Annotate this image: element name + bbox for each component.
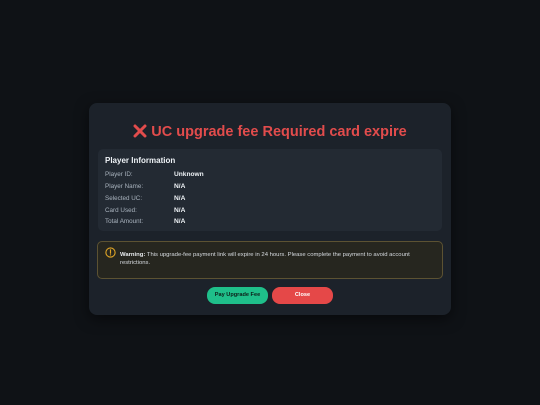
player-id-row: Player ID: Unknown [105, 170, 435, 180]
player-info-heading: Player Information [105, 156, 176, 165]
dialog-title-text: UC upgrade fee Required card expire [151, 124, 407, 140]
card-used-label: Card Used: [105, 207, 137, 214]
warning-circle-icon [105, 247, 116, 258]
pay-upgrade-fee-button[interactable]: Pay Upgrade Fee [207, 287, 268, 304]
selected-uc-value: N/A [174, 195, 186, 202]
red-x-icon [133, 124, 147, 138]
dialog-title: UC upgrade fee Required card expire [89, 124, 451, 140]
selected-uc-label: Selected UC: [105, 195, 143, 202]
player-id-value: Unknown [174, 171, 204, 178]
total-amount-row: Total Amount: N/A [105, 217, 435, 227]
close-button[interactable]: Close [272, 287, 333, 304]
player-name-value: N/A [174, 183, 186, 190]
upgrade-fee-dialog: UC upgrade fee Required card expire Play… [89, 103, 451, 315]
card-used-value: N/A [174, 207, 186, 214]
total-amount-label: Total Amount: [105, 218, 144, 225]
warning-text: Warning: This upgrade-fee payment link w… [120, 252, 438, 267]
player-name-label: Player Name: [105, 183, 144, 190]
card-used-row: Card Used: N/A [105, 206, 435, 216]
warning-label: Warning: [120, 252, 146, 258]
warning-message: This upgrade-fee payment link will expir… [120, 252, 410, 266]
total-amount-value: N/A [174, 218, 186, 225]
player-name-row: Player Name: N/A [105, 182, 435, 192]
player-id-label: Player ID: [105, 171, 133, 178]
warning-box: Warning: This upgrade-fee payment link w… [97, 241, 443, 279]
player-info-panel: Player Information Player ID: Unknown Pl… [98, 149, 442, 231]
selected-uc-row: Selected UC: N/A [105, 194, 435, 204]
